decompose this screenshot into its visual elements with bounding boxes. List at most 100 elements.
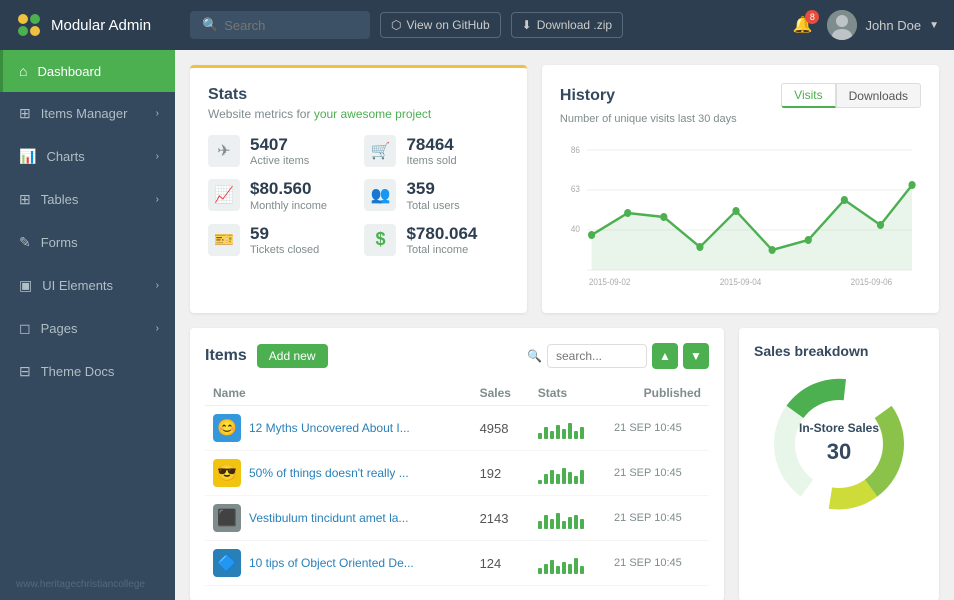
users-icon: 👥 (364, 179, 396, 211)
mini-bar (556, 566, 560, 574)
stat-value: $780.064 (406, 224, 477, 244)
main-content: Stats Website metrics for your awesome p… (175, 50, 954, 600)
items-table: Name Sales Stats Published 😊 12 Myths Un… (205, 381, 709, 586)
sort-desc-button[interactable]: ▼ (683, 343, 709, 369)
grid-icon: ⊞ (19, 105, 31, 122)
svg-text:2015-09-04: 2015-09-04 (720, 277, 762, 287)
item-name-link[interactable]: 12 Myths Uncovered About I... (249, 421, 410, 435)
item-name-link[interactable]: 50% of things doesn't really ... (249, 466, 409, 480)
item-thumbnail: ⬛ (213, 504, 241, 532)
sidebar-item-charts[interactable]: 📊 Charts › (0, 135, 175, 178)
search-box[interactable]: 🔍 (190, 11, 370, 39)
notifications-bell[interactable]: 🔔 8 (793, 15, 813, 35)
item-published: 21 SEP 10:45 (606, 451, 709, 496)
svg-text:63: 63 (571, 184, 580, 194)
mini-bar (574, 515, 578, 529)
mini-bar (538, 521, 542, 529)
chevron-right-icon: › (156, 280, 159, 291)
table-row: 🔷 10 tips of Object Oriented De... 124 2… (205, 541, 709, 586)
mini-bar (562, 429, 566, 439)
mini-bar (562, 562, 566, 574)
table-row: 😊 12 Myths Uncovered About I... 4958 21 … (205, 406, 709, 451)
mini-bar (550, 470, 554, 484)
item-name-cell: 🔷 10 tips of Object Oriented De... (205, 541, 472, 586)
mini-bar (574, 558, 578, 574)
items-card: Items Add new 🔍 ▲ ▼ Name Sales Sta (190, 328, 724, 600)
brand-logo (15, 11, 43, 39)
history-card: History Visits Downloads Number of uniqu… (542, 65, 939, 313)
item-name-link[interactable]: Vestibulum tincidunt amet la... (249, 511, 408, 525)
navbar-actions: 🔔 8 John Doe ▼ (793, 10, 939, 40)
chevron-right-icon: › (156, 151, 159, 162)
sidebar-footer: www.heritagechristiancollege (0, 569, 175, 600)
add-new-button[interactable]: Add new (257, 344, 328, 368)
stat-items-sold: 🛒 78464 Items sold (364, 135, 508, 167)
tab-downloads[interactable]: Downloads (836, 83, 921, 108)
sidebar-item-forms[interactable]: ✎ Forms (0, 221, 175, 264)
sidebar-item-label: Tables (41, 192, 79, 207)
mini-bar (538, 480, 542, 484)
stat-value: 78464 (406, 135, 456, 155)
sidebar-item-label: Pages (41, 321, 78, 336)
navbar: Modular Admin 🔍 ⬡ View on GitHub ⬇ Downl… (0, 0, 954, 50)
mini-bar (580, 566, 584, 574)
pages-icon: ◻ (19, 320, 31, 337)
item-sales: 2143 (472, 496, 530, 541)
table-icon: ⊞ (19, 191, 31, 208)
search-input[interactable] (224, 18, 364, 33)
item-stats (530, 406, 606, 451)
user-name: John Doe (865, 18, 921, 33)
items-search-input[interactable] (547, 344, 647, 368)
mini-bar (556, 425, 560, 439)
mini-bar (544, 474, 548, 484)
tab-visits[interactable]: Visits (781, 83, 835, 108)
chevron-right-icon: › (156, 108, 159, 119)
col-published: Published (606, 381, 709, 406)
github-button[interactable]: ⬡ View on GitHub (380, 12, 501, 38)
mini-bar (556, 474, 560, 484)
sidebar-item-label: Dashboard (37, 64, 101, 79)
user-menu[interactable]: John Doe ▼ (827, 10, 939, 40)
col-stats: Stats (530, 381, 606, 406)
history-header: History Visits Downloads (560, 83, 921, 108)
docs-icon: ⊟ (19, 363, 31, 380)
download-icon: ⬇ (522, 18, 532, 32)
item-thumbnail: 😊 (213, 414, 241, 442)
sidebar: ⌂ Dashboard ⊞ Items Manager › 📊 Charts ›… (0, 50, 175, 600)
item-published: 21 SEP 10:45 (606, 496, 709, 541)
sales-breakdown-card: Sales breakdown (739, 328, 939, 600)
github-icon: ⬡ (391, 18, 401, 32)
dollar-icon: $ (364, 224, 396, 256)
item-published: 21 SEP 10:45 (606, 406, 709, 451)
item-sales: 4958 (472, 406, 530, 451)
stats-link[interactable]: your awesome project (314, 107, 431, 121)
chevron-down-icon: ▼ (929, 20, 939, 31)
brand-name: Modular Admin (51, 17, 151, 34)
svg-text:2015-09-02: 2015-09-02 (589, 277, 631, 287)
items-title: Items (205, 347, 247, 365)
stat-value: 5407 (250, 135, 309, 155)
sidebar-item-ui-elements[interactable]: ▣ UI Elements › (0, 264, 175, 307)
avatar (827, 10, 857, 40)
top-cards-row: Stats Website metrics for your awesome p… (190, 65, 939, 313)
sidebar-item-items-manager[interactable]: ⊞ Items Manager › (0, 92, 175, 135)
item-sales: 124 (472, 541, 530, 586)
stats-card: Stats Website metrics for your awesome p… (190, 65, 527, 313)
sidebar-item-pages[interactable]: ◻ Pages › (0, 307, 175, 350)
item-sales: 192 (472, 451, 530, 496)
sidebar-item-tables[interactable]: ⊞ Tables › (0, 178, 175, 221)
sort-asc-button[interactable]: ▲ (652, 343, 678, 369)
donut-chart: In-Store Sales30 (769, 374, 909, 514)
sidebar-item-theme-docs[interactable]: ⊟ Theme Docs (0, 350, 175, 393)
mini-bar (562, 468, 566, 484)
sidebar-item-dashboard[interactable]: ⌂ Dashboard (0, 50, 175, 92)
stat-total-income: $ $780.064 Total income (364, 224, 508, 256)
chart-icon: 📊 (19, 148, 36, 165)
svg-text:86: 86 (571, 145, 580, 155)
trending-icon: 📈 (208, 179, 240, 211)
mini-bar (538, 568, 542, 574)
download-button[interactable]: ⬇ Download .zip (511, 12, 623, 38)
search-icon: 🔍 (527, 349, 542, 363)
mini-bar (550, 431, 554, 439)
item-name-link[interactable]: 10 tips of Object Oriented De... (249, 556, 414, 570)
